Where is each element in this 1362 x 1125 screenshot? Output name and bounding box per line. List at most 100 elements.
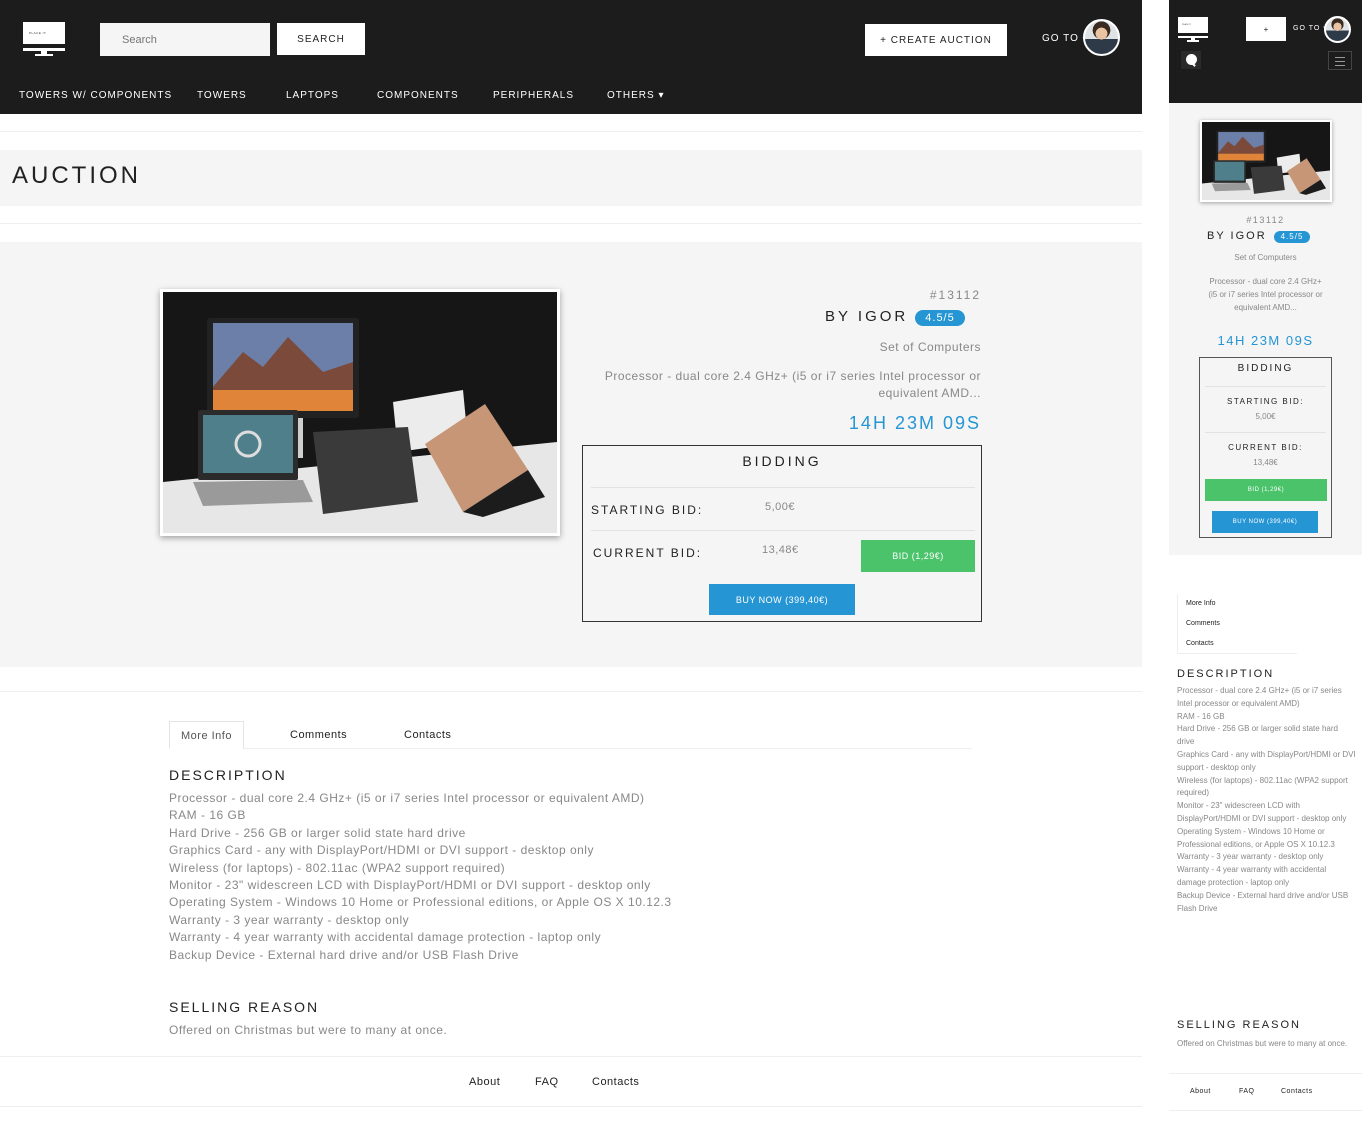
bid-button[interactable]: BID (1,29€) (861, 540, 975, 572)
logo-monitor-icon[interactable]: PLACE IT (23, 22, 65, 56)
selling-reason-text: Offered on Christmas but were to many at… (169, 1023, 448, 1037)
divider (1205, 432, 1326, 433)
desktop-view: PLACE IT SEARCH + CREATE AUCTION GO TO ▾… (0, 0, 1142, 1125)
countdown-timer: 14H 23M 09S (1217, 333, 1314, 348)
divider (1169, 1073, 1362, 1074)
tab-contacts[interactable]: Contacts (1186, 640, 1214, 647)
buy-now-button[interactable]: BUY NOW (399,40€) (709, 584, 855, 615)
list-item: Monitor - 23" widescreen LCD with Displa… (169, 878, 651, 893)
info-tabs: More Info Comments Contacts (1177, 594, 1297, 654)
search-input[interactable] (100, 23, 270, 56)
bid-button[interactable]: BID (1,29€) (1205, 479, 1327, 501)
search-button[interactable]: SEARCH (277, 23, 365, 55)
nav-item-towers-with-components[interactable]: TOWERS W/ COMPONENTS (19, 90, 172, 101)
goto-label: GO TO (1042, 33, 1079, 44)
bidding-box: BIDDING STARTING BID: 5,00€ CURRENT BID:… (582, 445, 982, 622)
list-item: Warranty - 3 year warranty - desktop onl… (169, 912, 410, 927)
current-bid-value: 13,48€ (1253, 458, 1278, 467)
nav-item-peripherals[interactable]: PERIPHERALS (493, 90, 574, 101)
footer-link-about[interactable]: About (1190, 1088, 1211, 1095)
current-bid-value: 13,48€ (762, 544, 799, 556)
bidding-title: BIDDING (742, 453, 822, 469)
description-list: Processor - dual core 2.4 GHz+ (i5 or i7… (169, 790, 672, 964)
countdown-timer: 14H 23M 09S (848, 413, 981, 433)
page-title-band: AUCTION (0, 150, 1142, 206)
mobile-view: PLACE IT + GO TO ▾ #13112 BY IGOR 4.5/5 … (1169, 0, 1362, 1125)
tab-contacts[interactable]: Contacts (404, 721, 451, 749)
hamburger-menu-icon[interactable] (1328, 51, 1352, 70)
footer-link-faq[interactable]: FAQ (535, 1076, 559, 1088)
list-item: RAM - 16 GB (1177, 711, 1225, 721)
short-description: Processor - dual core 2.4 GHz+ (i5 or i7… (1208, 277, 1323, 312)
auction-id: #13112 (929, 288, 981, 302)
list-item: Backup Device - External hard drive and/… (169, 947, 519, 962)
starting-bid-label: STARTING BID: (591, 503, 704, 517)
create-auction-button[interactable]: + (1246, 17, 1286, 41)
tab-more-info[interactable]: More Info (169, 721, 244, 749)
list-item: Wireless (for laptops) - 802.11ac (WPA2 … (1177, 775, 1348, 798)
list-item: Warranty - 4 year warranty with accident… (1177, 865, 1327, 887)
selling-reason-text: Offered on Christmas but were to many at… (1177, 1039, 1348, 1048)
buy-now-button[interactable]: BUY NOW (399,40€) (1212, 511, 1318, 533)
list-item: RAM - 16 GB (169, 808, 246, 823)
user-avatar[interactable] (1083, 19, 1120, 56)
create-auction-button[interactable]: + CREATE AUCTION (865, 24, 1007, 56)
list-item: Processor - dual core 2.4 GHz+ (i5 or i7… (169, 791, 645, 805)
seller-name[interactable]: BY IGOR (1207, 230, 1267, 242)
tab-more-info[interactable]: More Info (1186, 600, 1216, 607)
auction-category: Set of Computers (879, 340, 981, 354)
user-avatar[interactable] (1324, 16, 1351, 43)
divider (0, 1056, 1142, 1057)
logo-text: PLACE IT (1182, 24, 1191, 26)
logo-monitor-icon[interactable]: PLACE IT (1178, 17, 1208, 42)
goto-dropdown[interactable]: GO TO ▾ (1042, 33, 1087, 44)
search-icon[interactable] (1181, 51, 1201, 69)
product-image[interactable] (160, 289, 560, 536)
auction-category: Set of Computers (1234, 253, 1297, 262)
starting-bid-label: STARTING BID: (1227, 397, 1304, 406)
nav-item-components[interactable]: COMPONENTS (377, 90, 459, 101)
seller-rating-badge: 4.5/5 (915, 310, 965, 326)
info-tabs: More Info Comments Contacts (169, 721, 972, 749)
divider (591, 530, 975, 531)
selling-reason-title: SELLING REASON (1177, 1019, 1301, 1031)
current-bid-label: CURRENT BID: (1228, 443, 1303, 452)
divider (1169, 1110, 1362, 1111)
footer-link-faq[interactable]: FAQ (1239, 1088, 1255, 1095)
divider (0, 131, 1142, 132)
list-item: Hard Drive - 256 GB or larger solid stat… (1177, 724, 1338, 747)
footer-link-contacts[interactable]: Contacts (1281, 1088, 1313, 1095)
list-item: Operating System - Windows 10 Home or Pr… (169, 895, 672, 910)
nav-item-towers[interactable]: TOWERS (197, 90, 247, 101)
selling-reason-title: SELLING REASON (169, 999, 320, 1015)
product-image[interactable] (1200, 120, 1332, 202)
list-item: Warranty - 3 year warranty - desktop onl… (1177, 852, 1324, 862)
logo-text: PLACE IT (29, 31, 47, 35)
tab-comments[interactable]: Comments (1186, 620, 1220, 627)
footer-link-contacts[interactable]: Contacts (592, 1076, 639, 1088)
short-description: Processor - dual core 2.4 GHz+ (i5 or i7… (604, 369, 981, 400)
divider (0, 223, 1142, 224)
seller-name[interactable]: BY IGOR (825, 308, 908, 325)
footer-link-about[interactable]: About (469, 1076, 500, 1088)
mobile-header: PLACE IT + GO TO ▾ (1169, 0, 1362, 103)
starting-bid-value: 5,00€ (765, 501, 796, 513)
seller-rating-badge: 4.5/5 (1274, 231, 1310, 243)
goto-dropdown[interactable]: GO TO ▾ (1293, 24, 1328, 32)
tab-comments[interactable]: Comments (290, 721, 347, 749)
list-item: Graphics Card - any with DisplayPort/HDM… (169, 843, 594, 858)
description-title: DESCRIPTION (169, 767, 287, 783)
page-title: AUCTION (12, 162, 141, 189)
header: PLACE IT SEARCH + CREATE AUCTION GO TO ▾… (0, 0, 1142, 114)
nav-item-others[interactable]: OTHERS ▾ (607, 90, 664, 101)
list-item: Monitor - 23" widescreen LCD with Displa… (1177, 801, 1347, 823)
divider (591, 487, 975, 488)
list-item: Processor - dual core 2.4 GHz+ (i5 or i7… (1177, 686, 1342, 708)
description-list: Processor - dual core 2.4 GHz+ (i5 or i7… (1177, 685, 1357, 915)
list-item: Backup Device - External hard drive and/… (1177, 890, 1349, 913)
divider (0, 1106, 1142, 1107)
auction-id: #13112 (1246, 215, 1285, 225)
nav-item-laptops[interactable]: LAPTOPS (286, 90, 339, 101)
bidding-title: BIDDING (1237, 363, 1294, 374)
current-bid-label: CURRENT BID: (593, 546, 703, 560)
